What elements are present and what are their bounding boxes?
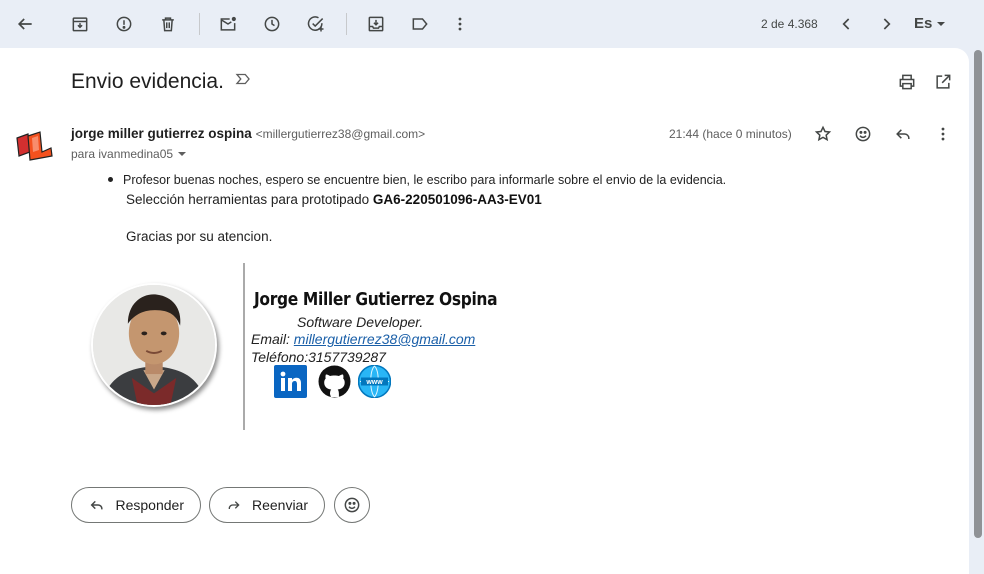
scrollbar-thumb[interactable] xyxy=(974,50,982,538)
signature-email-link[interactable]: millergutierrez38@gmail.com xyxy=(294,331,476,347)
bullet-dot xyxy=(108,177,113,182)
archive-icon[interactable] xyxy=(64,8,96,40)
mark-unread-icon[interactable] xyxy=(212,8,244,40)
forward-button-label: Reenviar xyxy=(251,497,308,513)
linkedin-icon[interactable] xyxy=(274,365,307,398)
signature-photo xyxy=(91,283,217,407)
sender-line: jorge miller gutierrez ospina <millergut… xyxy=(71,126,425,141)
more-vert-icon[interactable] xyxy=(444,8,476,40)
emoji-icon xyxy=(344,497,360,513)
sender-avatar[interactable] xyxy=(14,128,54,162)
body-line-1: Profesor buenas noches, espero se encuen… xyxy=(123,173,727,187)
recipient-text: para ivanmedina05 xyxy=(71,147,174,161)
signature-divider xyxy=(243,263,245,430)
more-vert-icon[interactable] xyxy=(931,122,955,146)
report-spam-icon[interactable] xyxy=(108,8,140,40)
pagination-text: 2 de 4.368 xyxy=(761,17,818,31)
language-label: Es xyxy=(914,15,933,32)
star-icon[interactable] xyxy=(811,122,835,146)
message-body-bullet: Profesor buenas noches, espero se encuen… xyxy=(108,173,726,187)
chevron-left-icon[interactable] xyxy=(831,8,863,40)
body-line-3: Gracias por su atencion. xyxy=(126,229,273,244)
emoji-icon[interactable] xyxy=(851,122,875,146)
evidence-code: GA6-220501096-AA3-EV01 xyxy=(372,192,542,207)
move-to-icon[interactable] xyxy=(360,8,392,40)
message-time: 21:44 (hace 0 minutos) xyxy=(669,127,792,141)
reply-icon[interactable] xyxy=(891,122,915,146)
body-line-2-prefix: Selección herramientas para prototipado xyxy=(126,192,370,207)
sender-name[interactable]: jorge miller gutierrez ospina xyxy=(71,126,252,141)
reply-button[interactable]: Responder xyxy=(71,487,201,523)
toolbar-separator xyxy=(199,13,200,35)
signature-phone: Teléfono:3157739287 xyxy=(251,349,386,365)
github-icon[interactable] xyxy=(318,365,351,398)
language-selector[interactable]: Es xyxy=(914,15,946,32)
delete-icon[interactable] xyxy=(152,8,184,40)
message-subject: Envio evidencia. xyxy=(71,70,252,94)
signature-name: Jorge Miller Gutierrez Ospina xyxy=(254,289,498,310)
importance-marker-icon[interactable] xyxy=(234,70,252,94)
signature-email-line: Email: millergutierrez38@gmail.com xyxy=(251,331,475,347)
open-new-window-icon[interactable] xyxy=(931,70,955,94)
back-arrow-icon[interactable] xyxy=(9,8,41,40)
toolbar-separator xyxy=(346,13,347,35)
signature-role: Software Developer. xyxy=(297,314,424,330)
subject-text: Envio evidencia. xyxy=(71,70,224,93)
reply-button-label: Responder xyxy=(115,497,185,513)
forward-button[interactable]: Reenviar xyxy=(209,487,325,523)
scrollbar[interactable] xyxy=(971,48,984,574)
react-emoji-button[interactable] xyxy=(334,487,370,523)
recipient-line[interactable]: para ivanmedina05 xyxy=(71,147,187,161)
sender-email: <millergutierrez38@gmail.com> xyxy=(255,127,426,141)
snooze-icon[interactable] xyxy=(256,8,288,40)
label-icon[interactable] xyxy=(404,8,436,40)
body-line-2: Selección herramientas para prototipado … xyxy=(126,192,542,207)
website-icon[interactable]: www xyxy=(357,364,392,399)
reply-icon xyxy=(90,500,103,510)
svg-text:www: www xyxy=(365,379,383,386)
forward-icon xyxy=(228,501,240,509)
add-task-icon[interactable] xyxy=(300,8,332,40)
caret-down-icon[interactable] xyxy=(177,149,187,159)
caret-down-icon xyxy=(937,21,946,26)
signature-email-label: Email: xyxy=(251,331,290,347)
chevron-right-icon[interactable] xyxy=(870,8,902,40)
print-icon[interactable] xyxy=(895,70,919,94)
toolbar: 2 de 4.368 Es xyxy=(0,0,984,48)
